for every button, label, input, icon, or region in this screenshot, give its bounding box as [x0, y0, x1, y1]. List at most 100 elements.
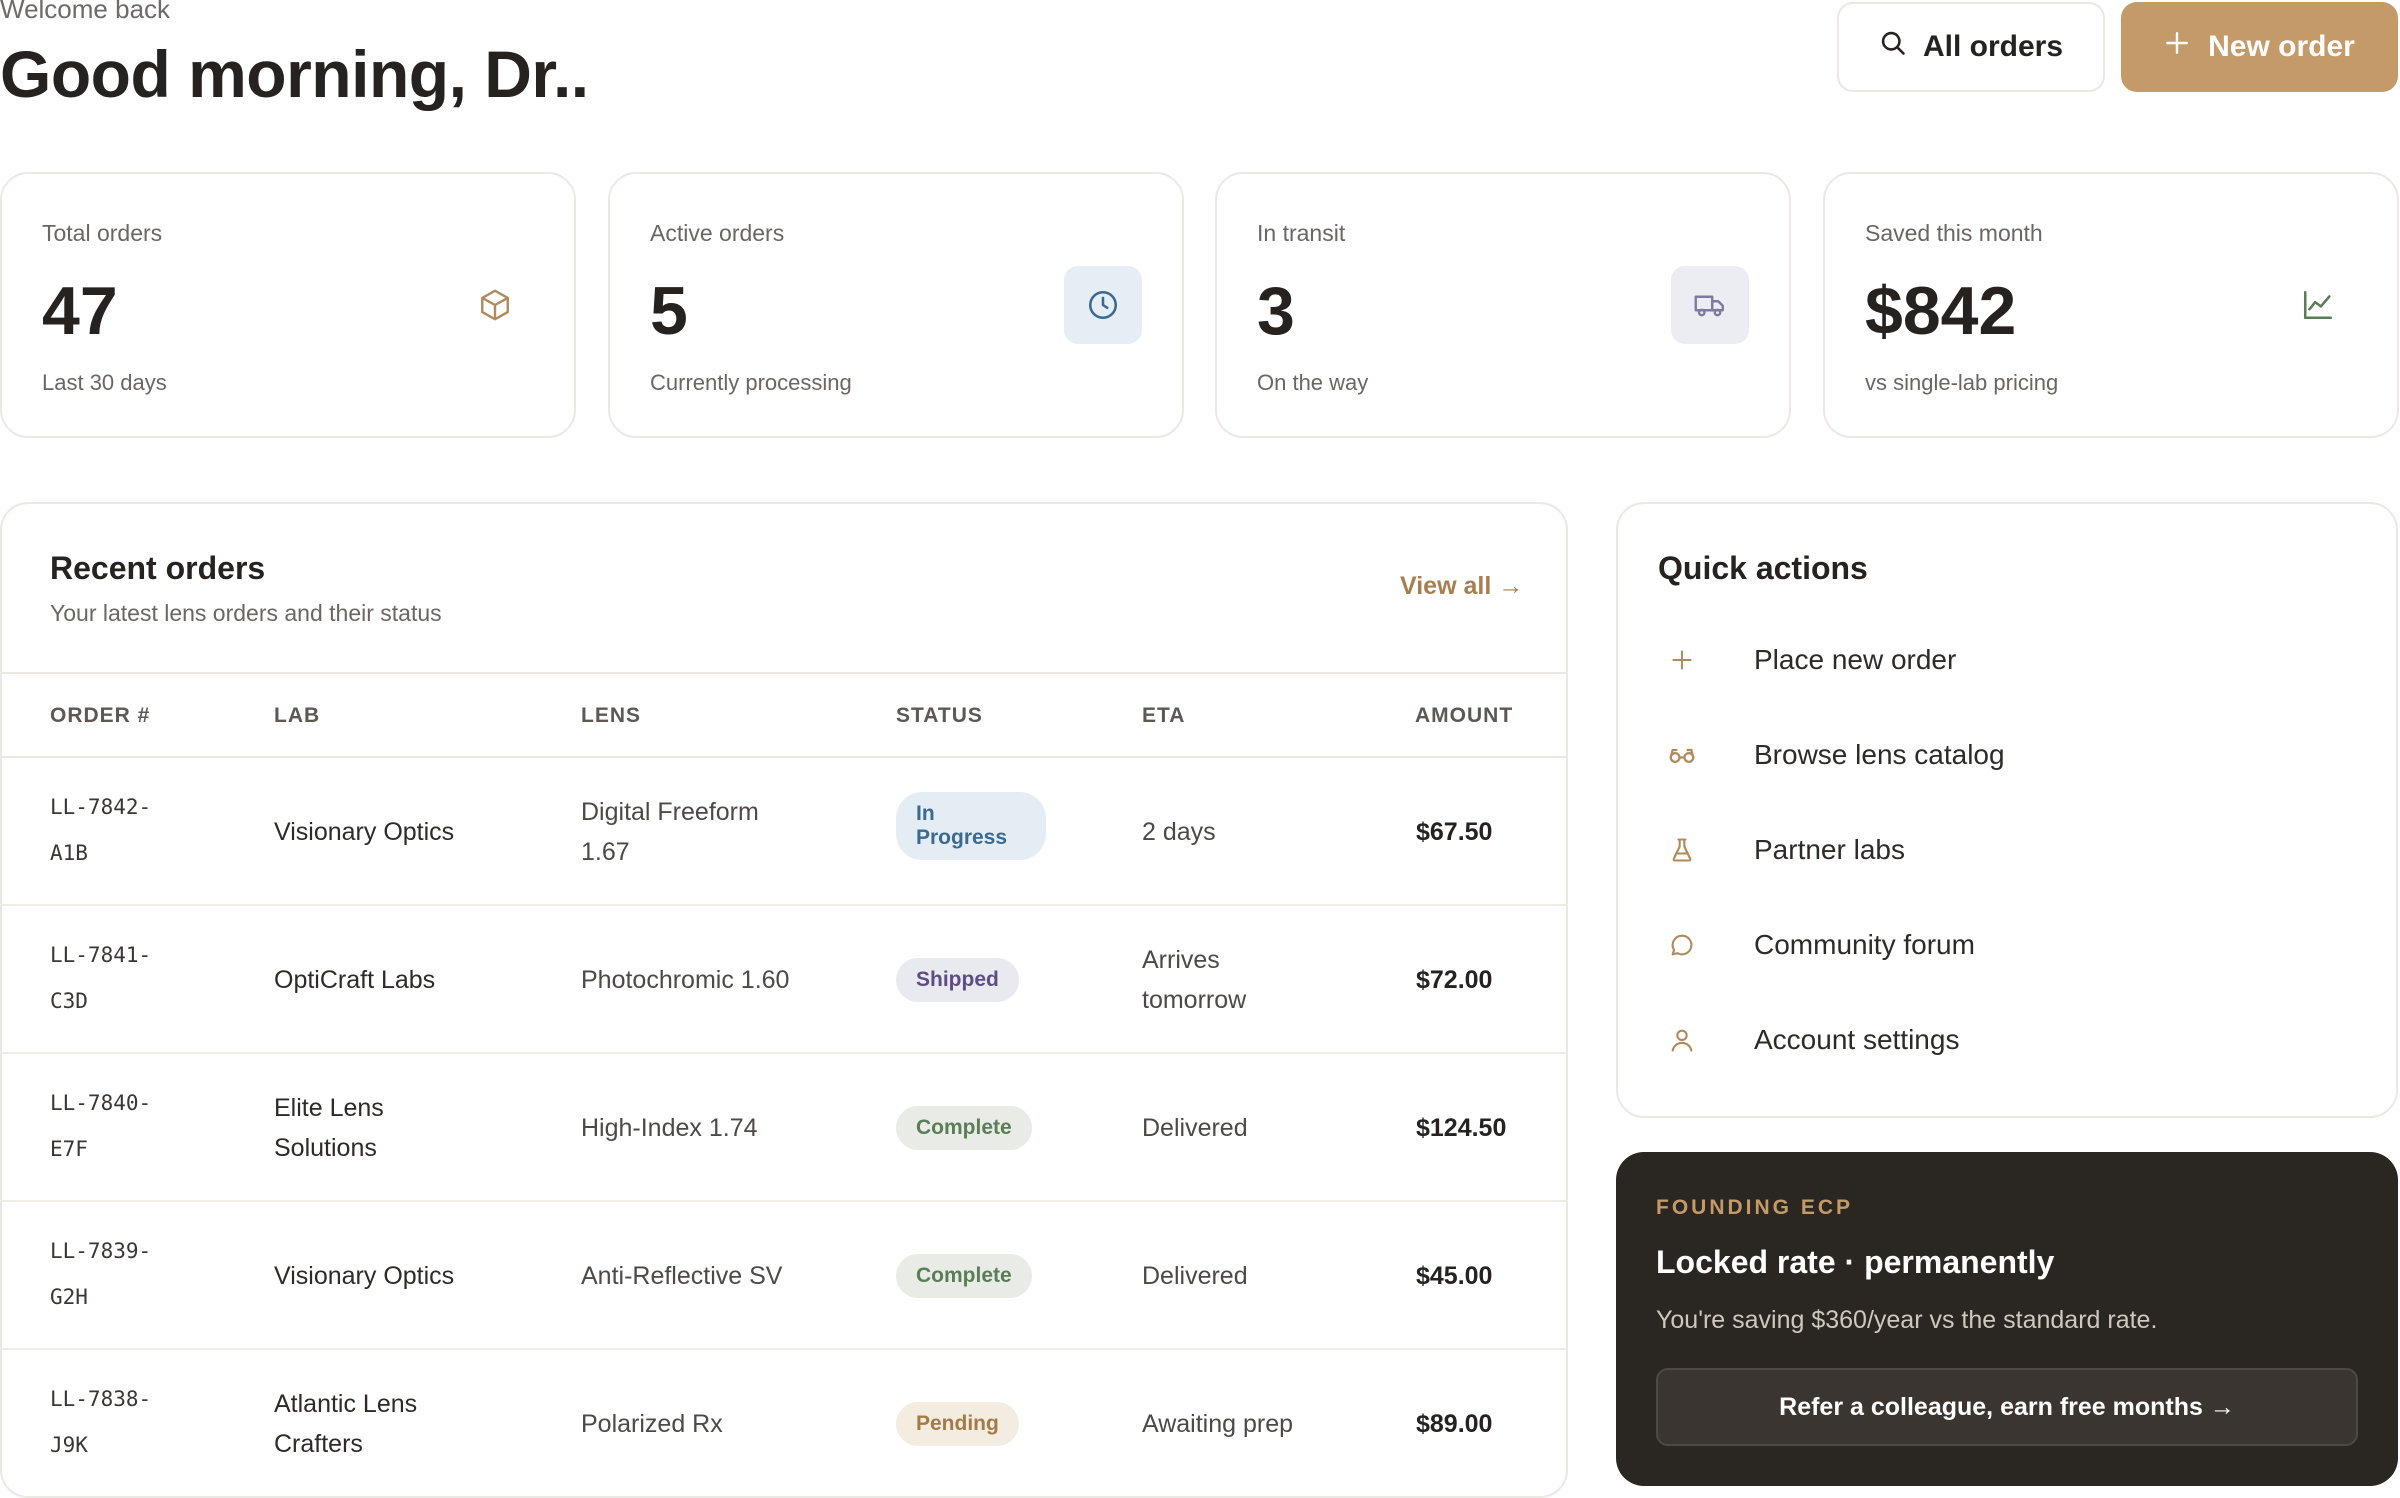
- stat-label: In transit: [1257, 220, 1346, 246]
- stat-value: $842: [1865, 273, 2017, 349]
- recent-orders-title: Recent orders: [50, 550, 266, 586]
- column-header-lens[interactable]: LENS: [581, 704, 641, 728]
- stat-value: 47: [42, 273, 118, 349]
- table-row[interactable]: LL-7838- J9K Atlantic Lens Crafters Polari…: [2, 1350, 1566, 1496]
- user-icon: [1666, 1024, 1698, 1056]
- order-number-part: LL-7840-: [50, 1091, 152, 1115]
- lab-name-part: Crafters: [274, 1430, 363, 1458]
- quick-actions-panel: Quick actions Place new order Browse len…: [1616, 502, 2398, 1118]
- founding-note: You're saving $360/year vs the standard …: [1656, 1306, 2158, 1334]
- status-badge: Complete: [896, 1254, 1032, 1298]
- lab-name: Visionary Optics: [274, 1262, 455, 1290]
- amount-value: $45.00: [1416, 1262, 1493, 1290]
- truck-icon: [1671, 266, 1749, 344]
- quick-actions-title: Quick actions: [1658, 550, 1868, 586]
- quick-action-label: Community forum: [1754, 929, 1975, 960]
- quick-action-browse-catalog[interactable]: Browse lens catalog: [1666, 725, 2346, 785]
- lens-name: Digital Freeform 1.67: [581, 792, 759, 872]
- page-title: Good morning, Dr..: [0, 37, 589, 111]
- lab-name-part: Atlantic Lens: [274, 1390, 418, 1418]
- stat-card-in-transit: In transit 3 On the way: [1215, 172, 1791, 438]
- lab-name: Atlantic Lens Crafters: [274, 1384, 417, 1464]
- founding-headline: Locked rate · permanently: [1656, 1244, 2055, 1280]
- amount-value: $124.50: [1416, 1114, 1507, 1142]
- stat-value: 3: [1257, 273, 1295, 349]
- plus-icon: [1666, 644, 1698, 676]
- eta-value: Delivered: [1142, 1262, 1248, 1290]
- quick-action-label: Place new order: [1754, 644, 1957, 675]
- refer-colleague-button[interactable]: Refer a colleague, earn free months →: [1656, 1368, 2358, 1446]
- order-number: LL-7841- C3D: [50, 932, 151, 1024]
- eta-value: Awaiting prep: [1142, 1410, 1294, 1438]
- order-number-part: C3D: [50, 989, 88, 1013]
- table-row[interactable]: LL-7840- E7F Elite Lens Solutions High-Ind…: [2, 1054, 1566, 1202]
- order-number-part: A1B: [50, 841, 88, 865]
- status-badge: Complete: [896, 1106, 1032, 1150]
- quick-action-community-forum[interactable]: Community forum: [1666, 915, 2346, 975]
- status-badge: Shipped: [896, 958, 1019, 1002]
- quick-action-label: Account settings: [1754, 1024, 1960, 1055]
- eta-value: 2 days: [1142, 818, 1216, 846]
- quick-action-account-settings[interactable]: Account settings: [1666, 1010, 2346, 1070]
- all-orders-label: All orders: [1922, 30, 2064, 63]
- stat-label: Active orders: [650, 220, 785, 246]
- stat-label: Saved this month: [1865, 220, 2043, 246]
- eta-part: tomorrow: [1142, 986, 1247, 1014]
- table-row[interactable]: LL-7841- C3D OptiCraft Labs Photochromic …: [2, 906, 1566, 1054]
- order-number-part: LL-7839-: [50, 1239, 152, 1263]
- lab-name-part: Solutions: [274, 1134, 377, 1162]
- column-header-lab[interactable]: LAB: [274, 704, 320, 728]
- column-header-status[interactable]: STATUS: [896, 704, 983, 728]
- status-badge: Pending: [896, 1402, 1019, 1446]
- eta-value: Delivered: [1142, 1114, 1248, 1142]
- all-orders-button[interactable]: All orders: [1837, 2, 2105, 92]
- stat-sub: Currently processing: [650, 370, 852, 395]
- table-header: ORDER # LAB LENS STATUS ETA AMOUNT: [2, 672, 1566, 758]
- recent-orders-description: Your latest lens orders and their status: [50, 600, 442, 626]
- eta-value: Arrives tomorrow: [1142, 940, 1246, 1020]
- stat-sub: vs single-lab pricing: [1865, 370, 2059, 395]
- stat-card-total-orders: Total orders 47 Last 30 days: [0, 172, 576, 438]
- order-number-part: G2H: [50, 1285, 88, 1309]
- clock-icon: [1064, 266, 1142, 344]
- amount-value: $72.00: [1416, 966, 1493, 994]
- stat-sub: Last 30 days: [42, 370, 167, 395]
- status-text: In: [916, 802, 935, 825]
- order-number: LL-7840- E7F: [50, 1080, 151, 1172]
- column-header-amount[interactable]: AMOUNT: [1415, 704, 1513, 728]
- view-all-link[interactable]: View all →: [1400, 572, 1523, 601]
- order-number-part: E7F: [50, 1137, 88, 1161]
- stat-label: Total orders: [42, 220, 163, 246]
- stats-row: Total orders 47 Last 30 days Active orde…: [0, 172, 2400, 440]
- stat-card-saved: Saved this month $842 vs single-lab pric…: [1823, 172, 2399, 438]
- plus-icon: [2164, 30, 2190, 64]
- lens-name: Polarized Rx: [581, 1410, 723, 1438]
- lens-name: Anti-Reflective SV: [581, 1262, 783, 1290]
- chart-line-icon: [2279, 266, 2357, 344]
- lens-name: High-Index 1.74: [581, 1114, 758, 1142]
- status-text: Progress: [916, 826, 1008, 849]
- order-number: LL-7839- G2H: [50, 1228, 151, 1320]
- welcome-text: Welcome back: [0, 0, 171, 24]
- order-number-part: J9K: [50, 1433, 88, 1457]
- table-row[interactable]: LL-7839- G2H Visionary Optics Anti-Reflec…: [2, 1202, 1566, 1350]
- eta-part: Arrives: [1142, 946, 1220, 974]
- new-order-button[interactable]: New order: [2121, 2, 2398, 92]
- amount-value: $89.00: [1416, 1410, 1493, 1438]
- quick-action-label: Browse lens catalog: [1754, 739, 2005, 770]
- order-number: LL-7842- A1B: [50, 784, 151, 876]
- table-row[interactable]: LL-7842- A1B Visionary Optics Digital Fre…: [2, 758, 1566, 906]
- stat-value: 5: [650, 273, 688, 349]
- column-header-order[interactable]: ORDER #: [50, 704, 150, 728]
- order-number: LL-7838- J9K: [50, 1376, 151, 1468]
- lab-name-part: Elite Lens: [274, 1094, 384, 1122]
- chat-bubble-icon: [1666, 929, 1698, 961]
- column-header-eta[interactable]: ETA: [1142, 704, 1185, 728]
- quick-action-partner-labs[interactable]: Partner labs: [1666, 820, 2346, 880]
- lens-name-part: Digital Freeform: [581, 798, 759, 826]
- flask-icon: [1666, 834, 1698, 866]
- lab-name: Visionary Optics: [274, 818, 455, 846]
- order-number-part: LL-7842-: [50, 795, 152, 819]
- status-badge: In Progress: [896, 792, 1046, 860]
- quick-action-place-new-order[interactable]: Place new order: [1666, 630, 2346, 690]
